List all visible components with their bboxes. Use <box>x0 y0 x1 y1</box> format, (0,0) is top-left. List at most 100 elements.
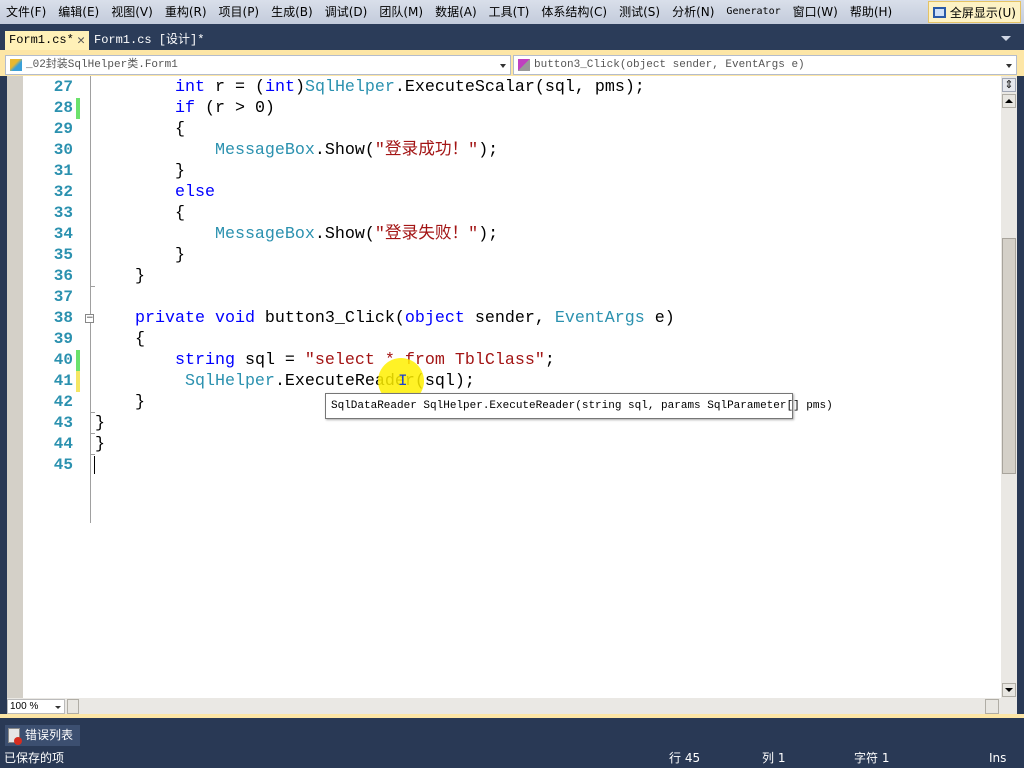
collapse-icon[interactable]: − <box>85 314 94 323</box>
code-token: int <box>264 78 295 97</box>
code-token: } <box>95 435 105 454</box>
code-token: ) <box>294 78 305 97</box>
line-number: 41 <box>53 372 73 390</box>
code-line[interactable]: MessageBox.Show("登录成功！"); <box>95 140 498 161</box>
navigation-bar: _02封装SqlHelper类.Form1 button3_Click(obje… <box>0 54 1024 76</box>
error-list-icon <box>8 728 22 745</box>
method-icon <box>518 59 530 71</box>
code-token: ; <box>544 351 555 370</box>
scroll-left-button[interactable] <box>67 699 79 714</box>
scroll-right-button[interactable] <box>985 699 999 714</box>
line-number: 32 <box>53 183 73 201</box>
scroll-down-button[interactable] <box>1002 683 1016 697</box>
code-line[interactable]: } <box>95 434 105 455</box>
code-token: if <box>174 99 195 118</box>
close-icon[interactable]: ✕ <box>77 31 85 50</box>
line-number: 43 <box>53 414 73 432</box>
menu-item[interactable]: 测试(S) <box>613 0 666 24</box>
code-token: "登录成功！" <box>374 141 479 160</box>
code-token: object <box>404 309 465 328</box>
chevron-down-icon <box>1006 64 1012 68</box>
tab-form1-design[interactable]: Form1.cs [设计]* <box>90 31 208 50</box>
code-line[interactable]: } <box>95 392 145 413</box>
outline-end <box>90 454 95 455</box>
menu-item[interactable]: 工具(T) <box>483 0 536 24</box>
line-number: 27 <box>53 78 73 96</box>
code-line[interactable]: { <box>95 203 185 224</box>
code-line[interactable]: } <box>95 266 145 287</box>
horizontal-scrollbar[interactable] <box>7 698 1017 714</box>
line-number: 42 <box>53 393 73 411</box>
split-icon[interactable]: ⇕ <box>1002 78 1016 92</box>
menu-item[interactable]: 文件(F) <box>0 0 52 24</box>
scrollbar-thumb[interactable] <box>1002 238 1016 474</box>
code-token: { <box>95 204 185 223</box>
code-line[interactable]: { <box>95 119 185 140</box>
line-number: 31 <box>53 162 73 180</box>
scroll-up-button[interactable] <box>1002 94 1016 108</box>
chevron-down-icon <box>500 64 506 68</box>
outline-guide <box>90 76 91 523</box>
menu-item[interactable]: 生成(B) <box>265 0 319 24</box>
fullscreen-icon <box>932 6 946 18</box>
change-marker <box>76 371 80 392</box>
code-token: int <box>174 78 205 97</box>
menu-item[interactable]: 项目(P) <box>213 0 266 24</box>
code-token: } <box>95 246 185 265</box>
menu-item[interactable]: 窗口(W) <box>787 0 844 24</box>
menu-item[interactable]: 编辑(E) <box>52 0 105 24</box>
code-token: { <box>95 330 145 349</box>
menu-item[interactable]: 团队(M) <box>373 0 429 24</box>
code-line[interactable]: { <box>95 329 145 350</box>
code-token: SqlHelper <box>184 372 275 391</box>
tab-dropdown-icon[interactable] <box>1001 36 1011 41</box>
zoom-combo[interactable]: 100 % <box>7 699 65 714</box>
code-line[interactable]: if (r > 0) <box>95 98 275 119</box>
code-line[interactable]: } <box>95 413 105 434</box>
chevron-down-icon <box>55 706 61 709</box>
error-list-label: 错误列表 <box>25 728 74 742</box>
menu-item[interactable]: 体系结构(C) <box>535 0 613 24</box>
code-token: sql = <box>234 351 305 370</box>
selection-margin <box>7 76 23 698</box>
code-line[interactable]: int r = (int)SqlHelper.ExecuteScalar(sql… <box>95 77 645 98</box>
tab-label: Form1.cs* <box>9 33 74 47</box>
code-line[interactable]: private void button3_Click(object sender… <box>95 308 675 329</box>
tab-label: Form1.cs [设计]* <box>94 33 205 47</box>
code-line[interactable]: MessageBox.Show("登录失败！"); <box>95 224 498 245</box>
code-token: void <box>214 309 255 328</box>
code-token: { <box>95 120 185 139</box>
menu-item[interactable]: 重构(R) <box>159 0 213 24</box>
code-line[interactable]: } <box>95 245 185 266</box>
code-token: (r > 0) <box>194 99 275 118</box>
line-number: 45 <box>53 456 73 474</box>
error-list-tab[interactable]: 错误列表 <box>5 725 80 746</box>
code-line[interactable]: else <box>95 182 215 203</box>
zoom-value: 100 % <box>10 701 39 712</box>
arrow-down-icon <box>1005 688 1013 692</box>
menu-item[interactable]: 调试(D) <box>319 0 374 24</box>
code-line[interactable]: } <box>95 161 185 182</box>
code-token: EventArgs <box>554 309 645 328</box>
code-line[interactable]: string sql = "select * from TblClass"; <box>95 350 555 371</box>
menu-item[interactable]: 视图(V) <box>105 0 159 24</box>
tab-form1-cs[interactable]: Form1.cs* ✕ <box>5 31 89 50</box>
status-column: 列 1 <box>762 751 786 765</box>
menu-item[interactable]: Generator <box>720 0 786 24</box>
menu-bar: 文件(F) 编辑(E) 视图(V) 重构(R) 项目(P) 生成(B) 调试(D) 团队(M)… <box>0 0 1024 24</box>
class-combo[interactable]: _02封装SqlHelper类.Form1 <box>5 55 511 75</box>
class-combo-value: _02封装SqlHelper类.Form1 <box>26 59 178 71</box>
menu-item[interactable]: 数据(A) <box>429 0 483 24</box>
status-message: 已保存的项 <box>4 751 65 765</box>
line-number: 33 <box>53 204 73 222</box>
code-token: } <box>95 393 145 412</box>
menu-item[interactable]: 帮助(H) <box>844 0 898 24</box>
member-combo[interactable]: button3_Click(object sender, EventArgs e… <box>513 55 1017 75</box>
fullscreen-button[interactable]: 全屏显示(U) <box>927 1 1021 23</box>
menu-item[interactable]: 分析(N) <box>666 0 720 24</box>
